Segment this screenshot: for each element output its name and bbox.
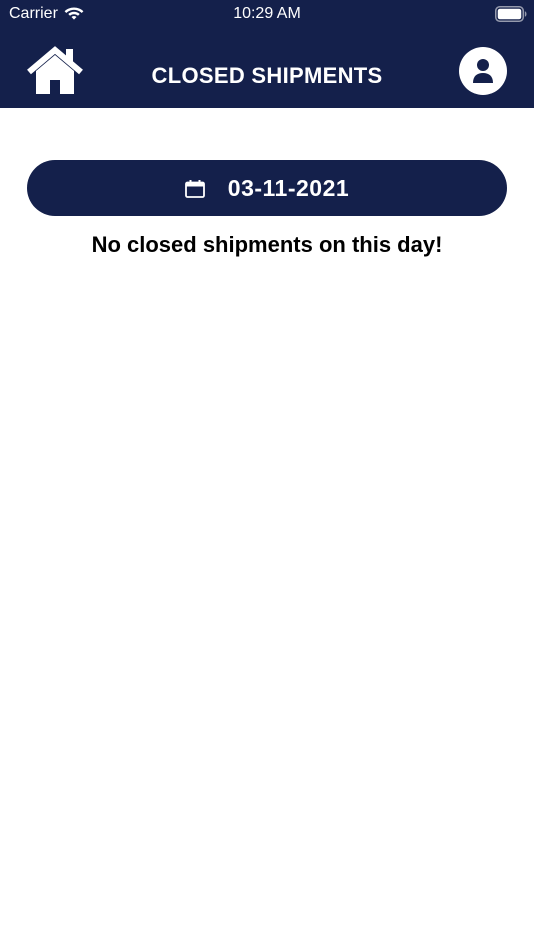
calendar-icon (184, 179, 205, 198)
user-icon (473, 59, 493, 83)
date-picker-button[interactable]: 03-11-2021 (27, 160, 507, 216)
page-title: CLOSED SHIPMENTS (151, 63, 383, 88)
selected-date: 03-11-2021 (227, 175, 350, 201)
empty-state-message: No closed shipments on this day! (91, 232, 443, 257)
app-header: Carrier 10:29 AM CLOSED SHIPMENTS (0, 0, 534, 108)
status-time: 10:29 AM (233, 5, 301, 22)
status-bar: Carrier 10:29 AM (0, 0, 534, 28)
closed-shipments-screen: Carrier 10:29 AM CLOSED SHIPMENTS 03-11-… (0, 0, 534, 950)
profile-button[interactable] (459, 47, 507, 95)
battery-icon (495, 6, 527, 22)
